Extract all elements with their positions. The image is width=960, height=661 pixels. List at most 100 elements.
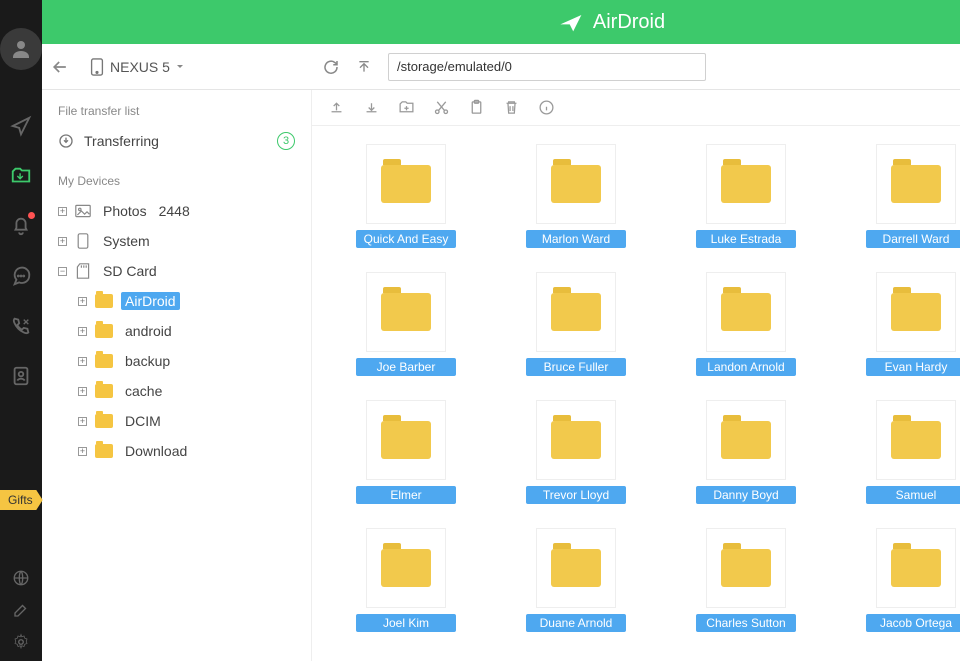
tree-folder-airdroid[interactable]: + AirDroid	[72, 286, 311, 316]
folder-thumbnail	[876, 272, 956, 352]
notification-dot	[28, 212, 35, 219]
files-icon[interactable]	[10, 165, 32, 187]
expand-icon[interactable]: +	[78, 327, 87, 336]
transferring-label: Transferring	[84, 133, 159, 149]
tree-folder-dcim[interactable]: +DCIM	[72, 406, 311, 436]
calls-icon[interactable]	[10, 315, 32, 337]
brand: AirDroid	[557, 8, 665, 36]
up-folder-icon[interactable]	[356, 59, 372, 75]
tree-label: System	[99, 232, 154, 250]
folder-icon	[551, 549, 601, 587]
folder-name: Elmer	[356, 486, 456, 504]
tree-label: Photos	[99, 202, 151, 220]
paste-icon[interactable]	[468, 99, 485, 116]
tree-folder-android[interactable]: + android	[72, 316, 311, 346]
delete-icon[interactable]	[503, 99, 520, 116]
tree-folder-cache[interactable]: +cache	[72, 376, 311, 406]
globe-icon[interactable]	[12, 569, 30, 587]
folder-icon	[721, 293, 771, 331]
folder-item[interactable]: Joe Barber	[336, 272, 476, 376]
tree-label: AirDroid	[121, 292, 180, 310]
folder-thumbnail	[876, 400, 956, 480]
folder-icon	[95, 384, 113, 398]
folder-thumbnail	[366, 528, 446, 608]
folder-icon	[95, 354, 113, 368]
folder-name: Quick And Easy	[356, 230, 456, 248]
new-folder-icon[interactable]	[398, 99, 415, 116]
folder-item[interactable]: Luke Estrada	[676, 144, 816, 248]
image-icon	[75, 203, 91, 219]
folder-item[interactable]: Duane Arnold	[506, 528, 646, 632]
info-icon[interactable]	[538, 99, 555, 116]
folder-name: Darrell Ward	[866, 230, 960, 248]
folder-thumbnail	[706, 400, 786, 480]
folder-item[interactable]: Landon Arnold	[676, 272, 816, 376]
tree-photos[interactable]: + Photos 2448	[42, 196, 311, 226]
folder-item[interactable]: Charles Sutton	[676, 528, 816, 632]
messages-icon[interactable]	[10, 265, 32, 287]
download-icon[interactable]	[363, 99, 380, 116]
notifications-icon[interactable]	[10, 215, 32, 237]
file-transfer-header: File transfer list	[42, 98, 311, 124]
transferring-count-badge: 3	[277, 132, 295, 150]
folder-item[interactable]: Elmer	[336, 400, 476, 504]
sd-icon	[75, 263, 91, 279]
tree-folder-backup[interactable]: +backup	[72, 346, 311, 376]
titlebar: AirDroid i FAQ for connection	[42, 0, 960, 44]
folder-name: Bruce Fuller	[526, 358, 626, 376]
folder-item[interactable]: Jacob Ortega	[846, 528, 960, 632]
expand-icon[interactable]: +	[78, 357, 87, 366]
folder-item[interactable]: Danny Boyd	[676, 400, 816, 504]
tree-sdcard[interactable]: − SD Card	[42, 256, 311, 286]
expand-icon[interactable]: +	[58, 207, 67, 216]
folder-icon	[551, 421, 601, 459]
folder-name: Samuel	[866, 486, 960, 504]
cut-icon[interactable]	[433, 99, 450, 116]
brand-name: AirDroid	[593, 11, 665, 34]
folder-icon	[381, 293, 431, 331]
expand-icon[interactable]: +	[58, 237, 67, 246]
folder-thumbnail	[366, 272, 446, 352]
folder-item[interactable]: Trevor Lloyd	[506, 400, 646, 504]
folder-item[interactable]: Quick And Easy	[336, 144, 476, 248]
back-icon[interactable]	[50, 57, 70, 77]
folder-icon	[721, 165, 771, 203]
settings-icon[interactable]	[12, 633, 30, 651]
expand-icon[interactable]: +	[78, 447, 87, 456]
collapse-icon[interactable]: −	[58, 267, 67, 276]
transferring-row[interactable]: Transferring 3	[42, 124, 311, 158]
folder-item[interactable]: Darrell Ward	[846, 144, 960, 248]
upload-icon[interactable]	[328, 99, 345, 116]
device-selector[interactable]: NEXUS 5	[90, 58, 184, 76]
folder-item[interactable]: Bruce Fuller	[506, 272, 646, 376]
send-icon[interactable]	[10, 115, 32, 137]
avatar[interactable]	[0, 28, 42, 70]
expand-icon[interactable]: +	[78, 417, 87, 426]
folder-icon	[551, 293, 601, 331]
folder-name: Danny Boyd	[696, 486, 796, 504]
folder-item[interactable]: Joel Kim	[336, 528, 476, 632]
contacts-icon[interactable]	[10, 365, 32, 387]
expand-icon[interactable]: +	[78, 297, 87, 306]
devices-header: My Devices	[42, 168, 311, 194]
gifts-tag[interactable]: Gifts	[0, 490, 43, 510]
content-area: Quick And Easy Marlon Ward Luke Estrada Dar…	[312, 90, 960, 661]
toolbar: NEXUS 5	[42, 44, 960, 90]
main-area: AirDroid i FAQ for connection NEXUS 5	[42, 0, 960, 661]
folder-item[interactable]: Evan Hardy	[846, 272, 960, 376]
tree-label: android	[121, 322, 176, 340]
folder-item[interactable]: Marlon Ward	[506, 144, 646, 248]
path-input[interactable]	[388, 53, 706, 81]
folder-icon	[95, 414, 113, 428]
tree-folder-download[interactable]: +Download	[72, 436, 311, 466]
refresh-icon[interactable]	[322, 58, 340, 76]
folder-thumbnail	[706, 528, 786, 608]
expand-icon[interactable]: +	[78, 387, 87, 396]
tree-system[interactable]: + System	[42, 226, 311, 256]
folder-icon	[891, 549, 941, 587]
edit-icon[interactable]	[12, 601, 30, 619]
folder-icon	[381, 421, 431, 459]
folder-item[interactable]: Samuel	[846, 400, 960, 504]
folder-name: Duane Arnold	[526, 614, 626, 632]
folder-thumbnail	[876, 144, 956, 224]
